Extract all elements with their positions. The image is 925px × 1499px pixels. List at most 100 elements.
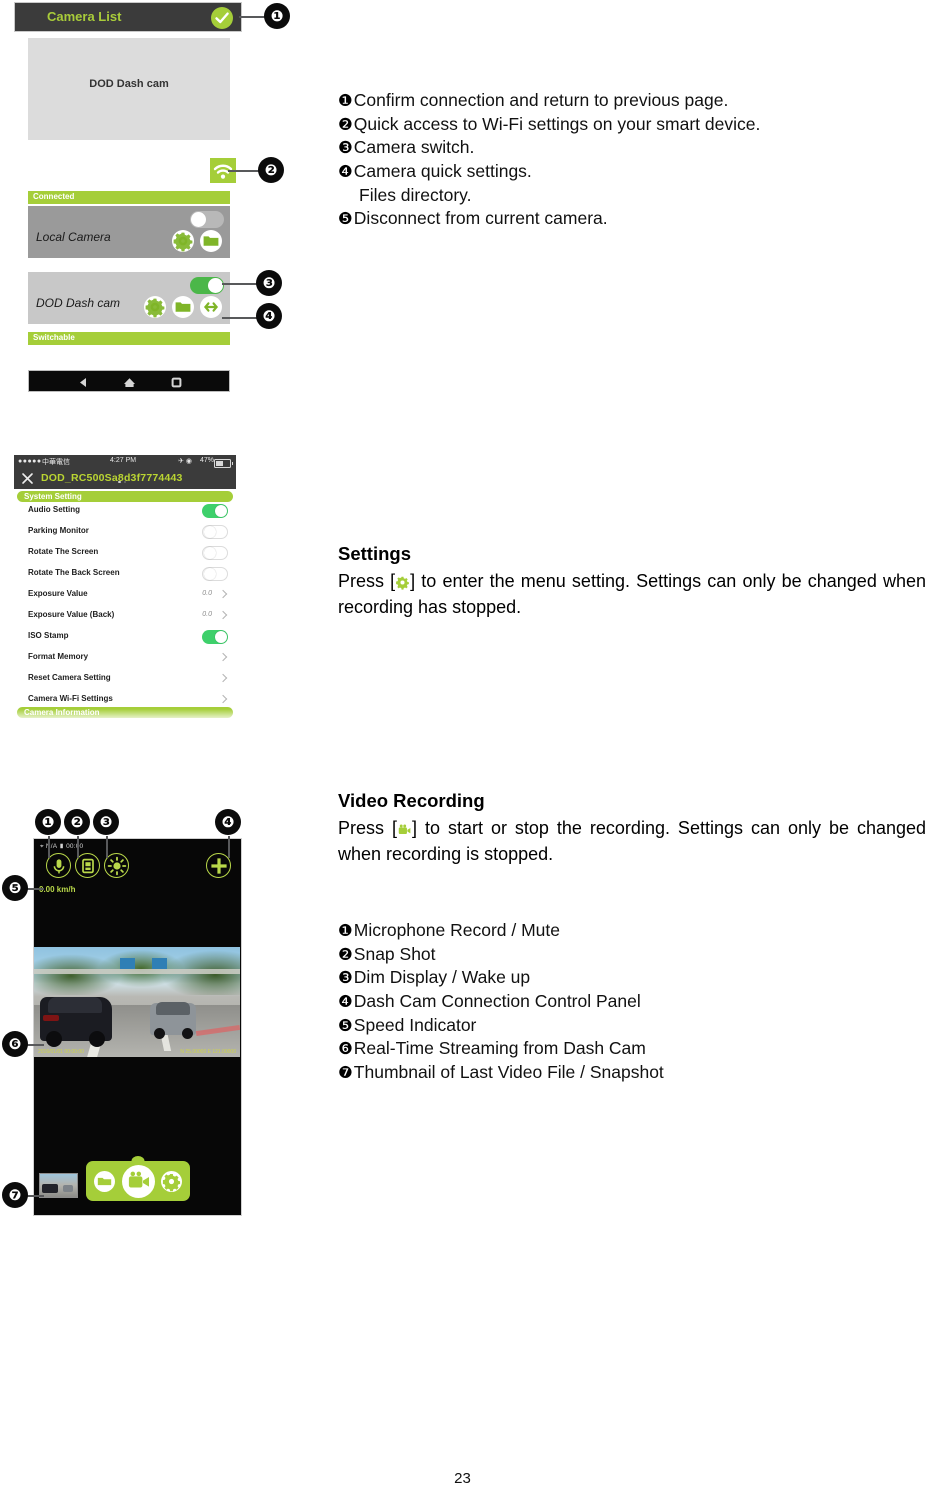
row-toggle[interactable] [202,525,228,539]
gear-icon[interactable] [144,296,166,318]
page-dots-indicator [118,470,129,488]
close-icon[interactable] [21,472,34,485]
microphone-icon[interactable] [46,853,71,878]
legend-bullet: ❺ [338,209,353,229]
legend-item: ❺ Speed Indicator [338,1015,664,1036]
band-switchable: Switchable [28,332,230,345]
row-label: Audio Setting [28,505,80,514]
row-value: 0.0 [202,611,212,618]
toggle-knob [208,278,223,293]
toggle-knob [204,526,216,538]
chevron-right-icon [218,610,228,620]
chevron-right-icon [218,694,228,704]
settings-row-rotate-back-screen[interactable]: Rotate The Back Screen [14,564,236,585]
legend-bullet: ❶ [338,921,353,940]
callout-1: ❶ [35,809,61,835]
band-switchable-label: Switchable [33,333,75,342]
legend-text: Real-Time Streaming from Dash Cam [353,1038,646,1059]
video-body: Press [] to start or stop the recording.… [338,816,925,867]
folder-icon[interactable] [93,1171,115,1192]
legend-bullet: ❹ [338,991,353,1011]
timestamp-stamp: 2016/01/01 00:00:00 [38,1049,84,1055]
snapshot-icon[interactable] [75,853,100,878]
settings-row-iso-stamp[interactable]: ISO Stamp [14,627,236,648]
disconnect-icon[interactable] [200,296,222,318]
signal-dots-icon: ●●●●● [18,458,42,465]
legend-item: ❶ Microphone Record / Mute [338,920,664,941]
camera-row-local-name: Local Camera [36,230,111,244]
legend-item: ❺ Disconnect from current camera. [338,208,760,229]
legend-text: Dim Display / Wake up [353,967,531,988]
video-body-before: Press [ [338,818,397,838]
callout-1: ❶ [264,3,290,29]
video-body-after: ] to start or stop the recording. Settin… [338,818,925,864]
row-label: ISO Stamp [28,631,69,640]
settings-row-rotate-screen[interactable]: Rotate The Screen [14,543,236,564]
check-icon[interactable] [211,7,233,29]
legend-item: ❹ Dash Cam Connection Control Panel [338,991,664,1012]
record-icon[interactable] [121,1165,155,1198]
folder-icon[interactable] [172,296,194,318]
figure-settings-screen: ●●●●● 中華電信 4:27 PM ✈ ◉ 47% DOD_RC500Sa8d… [14,455,236,725]
dim-display-icon[interactable] [104,853,129,878]
settings-device-title: DOD_RC500Sa8d3f7774443 [41,472,183,484]
row-toggle[interactable] [202,630,228,644]
legend-text: Confirm connection and return to previou… [353,90,729,110]
camera-row-dod-toggle[interactable] [190,277,224,294]
legend-text: Files directory. [359,184,472,205]
legend-text: Dash Cam Connection Control Panel [353,990,641,1011]
legend-video-recording: ❶ Microphone Record / Mute ❷ Snap Shot ❸… [338,920,664,1085]
legend-item: ❷ Snap Shot [338,944,664,965]
chevron-right-icon [218,673,228,683]
gps-stamp: N 25.00000 E 121.00000 [180,1049,236,1055]
callout-3: ❸ [256,270,282,296]
band-connected-label: Connected [33,192,75,201]
callout-4: ❹ [215,809,241,835]
last-file-thumbnail[interactable] [39,1173,78,1198]
legend-text: Microphone Record / Mute [353,920,561,940]
gear-icon [395,572,410,590]
camera-row-local[interactable]: Local Camera [28,206,230,258]
camera-preview-box[interactable]: DOD Dash cam [28,38,230,140]
legend-item: ❸ Dim Display / Wake up [338,967,664,988]
settings-row-reset-camera-setting[interactable]: Reset Camera Setting [14,669,236,690]
toggle-knob [204,568,216,580]
toggle-knob [215,505,227,517]
speed-indicator: 0.00 km/h [39,885,76,894]
legend-item: ❷ Quick access to Wi-Fi settings on your… [338,114,760,135]
settings-row-parking-monitor[interactable]: Parking Monitor [14,522,236,543]
battery-percent-label: 47% [199,457,214,464]
folder-icon[interactable] [200,230,222,252]
legend-bullet: ❺ [338,1015,353,1035]
settings-description-block: Settings Press [] to enter the menu sett… [338,543,925,620]
legend-text: Disconnect from current camera. [353,208,608,229]
callout-3: ❸ [93,809,119,835]
android-navbar [28,370,230,392]
recents-icon [171,377,182,388]
legend-bullet: ❼ [338,1062,353,1082]
toggle-knob [191,212,206,227]
row-label: Reset Camera Setting [28,673,111,682]
row-label: Rotate The Screen [28,547,99,556]
gear-icon[interactable] [172,230,194,252]
list-fade-overlay [14,709,236,725]
row-toggle[interactable] [202,567,228,581]
camera-row-dod[interactable]: DOD Dash cam [28,272,230,324]
settings-icon[interactable] [160,1171,182,1192]
settings-row-format-memory[interactable]: Format Memory [14,648,236,669]
settings-row-exposure-value[interactable]: Exposure Value 0.0 [14,585,236,606]
video-heading: Video Recording [338,790,485,811]
back-icon [80,378,86,387]
camera-row-local-toggle[interactable] [190,211,224,228]
settings-row-exposure-value-back[interactable]: Exposure Value (Back) 0.0 [14,606,236,627]
legend-text: Snap Shot [353,943,436,964]
section-system-setting-label: System Setting [24,492,82,501]
legend-bullet: ❸ [338,138,353,158]
row-toggle[interactable] [202,504,228,518]
live-stream-view[interactable]: 2016/01/01 00:00:00 N 25.00000 E 121.000… [34,947,240,1057]
settings-row-audio-setting[interactable]: Audio Setting [14,501,236,522]
legend-item: Files directory. [338,185,760,206]
row-toggle[interactable] [202,546,228,560]
legend-text: Camera quick settings. [353,160,532,181]
row-label: Rotate The Back Screen [28,568,120,577]
